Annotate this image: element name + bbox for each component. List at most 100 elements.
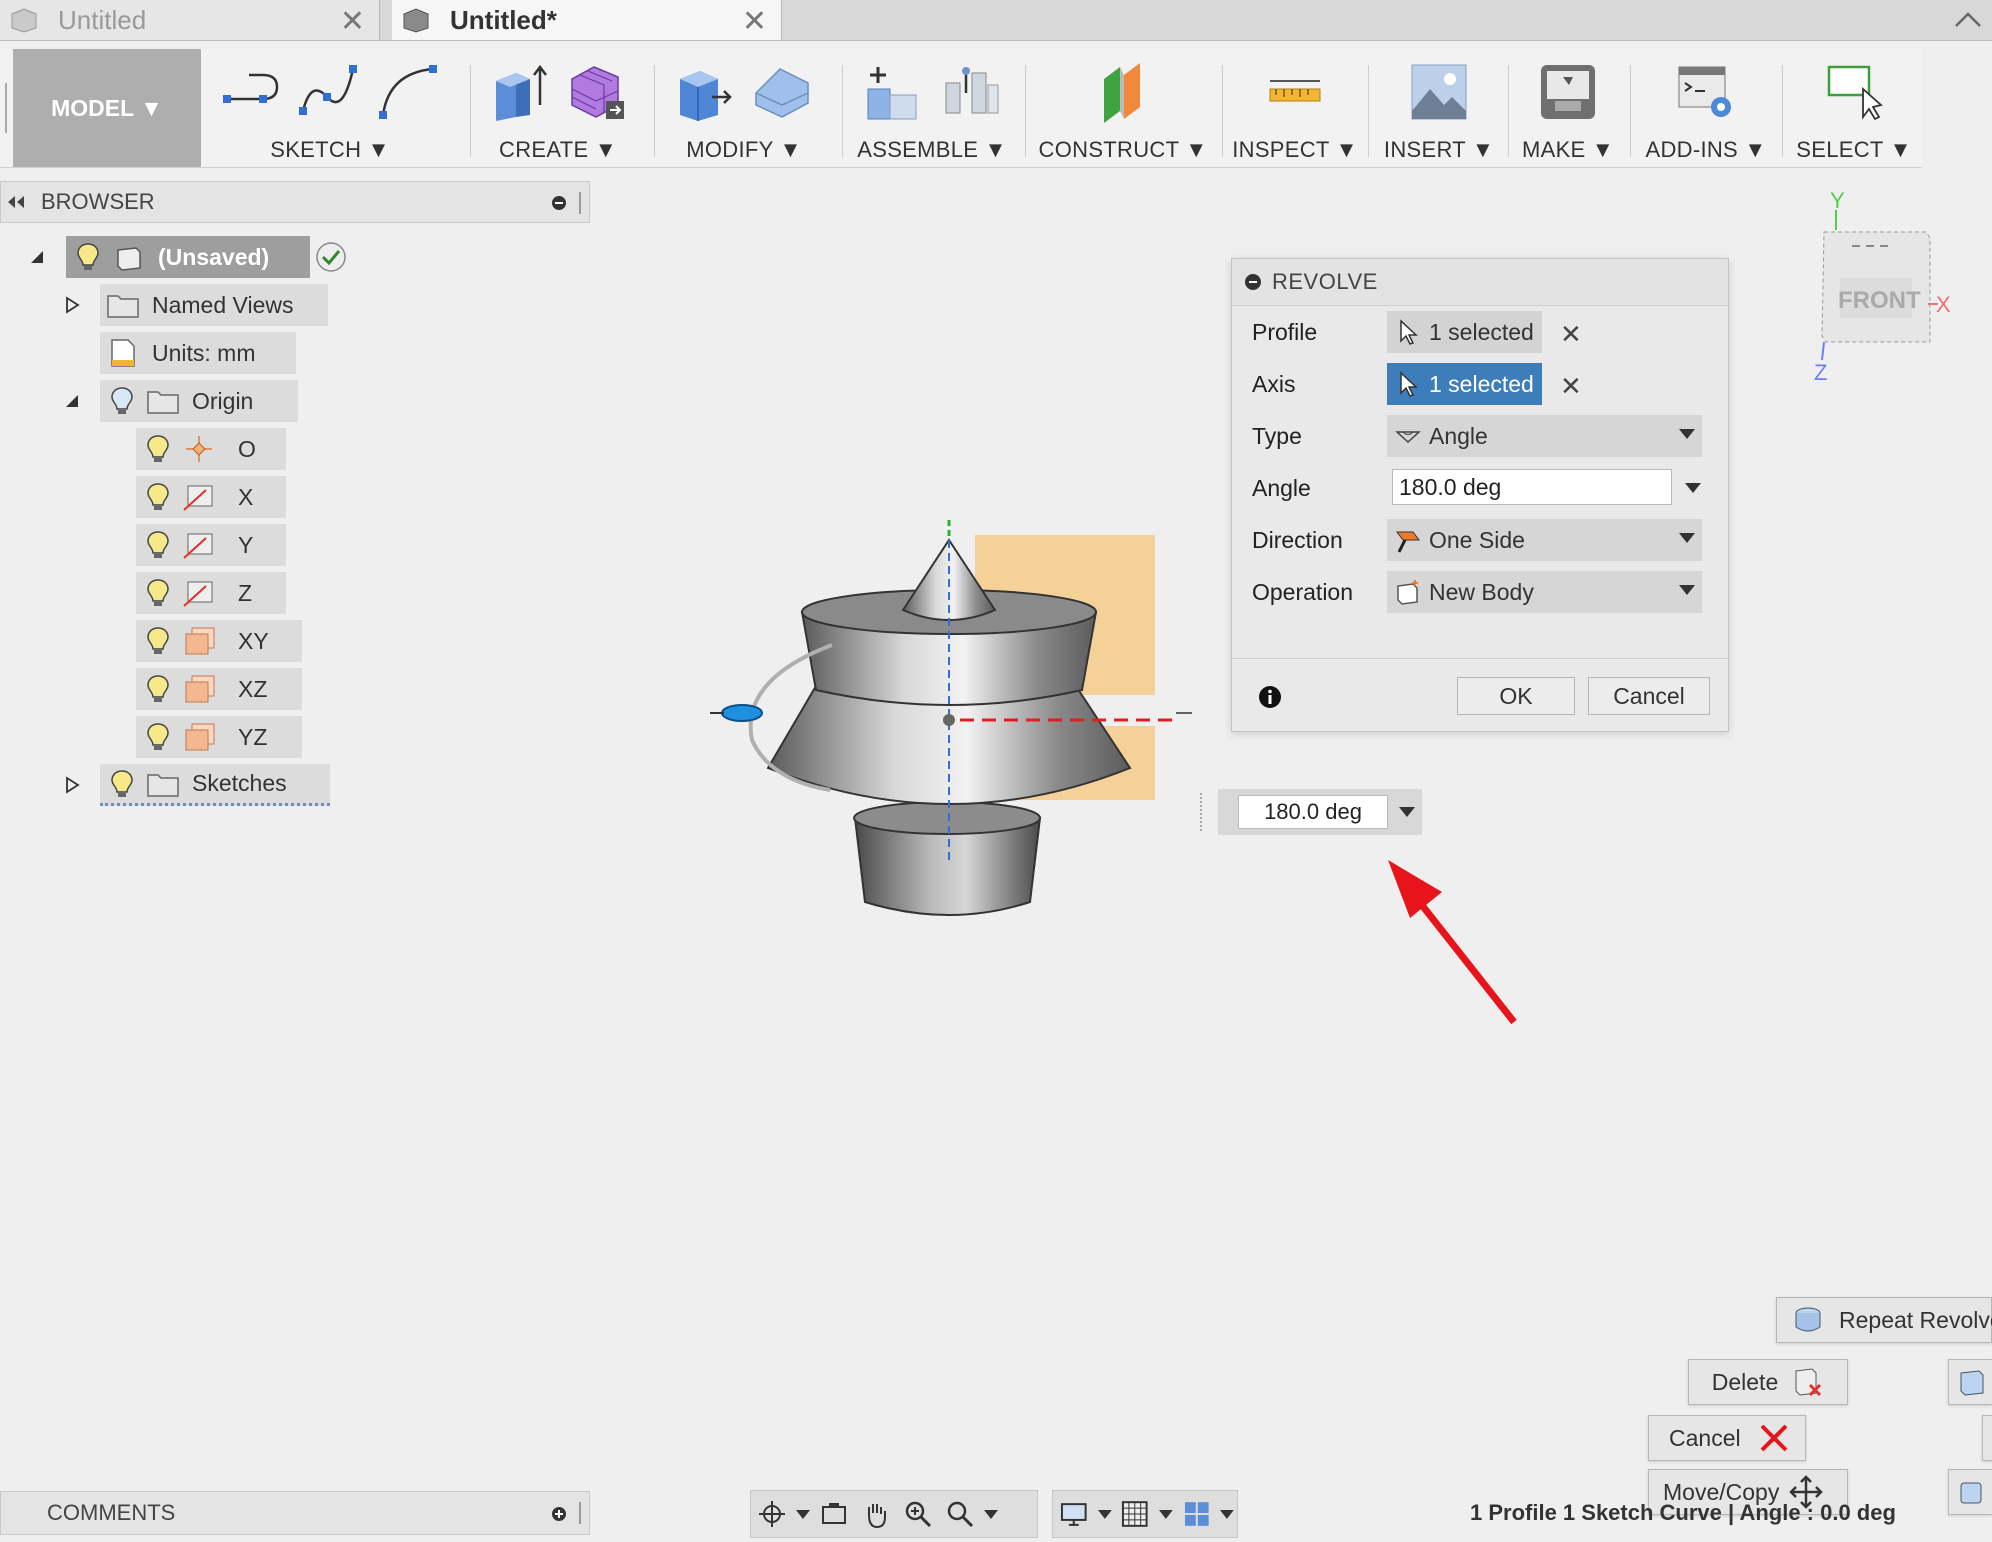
context-extra-button[interactable] [1948, 1359, 1992, 1405]
ok-button[interactable]: OK [1457, 677, 1575, 715]
axis-selector[interactable]: 1 selected [1387, 363, 1542, 405]
repeat-revolve-button[interactable]: Repeat Revolve [1776, 1297, 1992, 1343]
origin-item-label: X [238, 483, 254, 510]
lightbulb-icon[interactable] [144, 721, 172, 753]
expanded-triangle-icon[interactable] [62, 391, 82, 411]
add-ins-group[interactable]: ADD-INS ▼ [1638, 55, 1774, 165]
grid-icon[interactable] [1120, 1499, 1150, 1529]
close-icon[interactable]: ✕ [742, 4, 767, 39]
browser-item-y-axis[interactable]: Y [136, 524, 286, 566]
browser-item-origin-point[interactable]: O [136, 428, 286, 470]
drag-grip[interactable] [1200, 793, 1208, 831]
comments-panel[interactable]: COMMENTS [0, 1491, 590, 1535]
select-group[interactable]: SELECT ▼ [1790, 55, 1918, 165]
collapsed-triangle-icon[interactable] [62, 775, 82, 795]
profile-label: Profile [1252, 319, 1318, 345]
chevron-down-icon[interactable] [1097, 1499, 1113, 1529]
chevron-down-icon[interactable] [1684, 481, 1702, 495]
info-icon[interactable] [1258, 685, 1282, 709]
lightbulb-icon[interactable] [144, 481, 172, 513]
collapsed-triangle-icon[interactable] [62, 295, 82, 315]
cancel-context-button[interactable]: Cancel [1648, 1415, 1806, 1461]
modify-group[interactable]: MODIFY ▼ [662, 55, 826, 165]
toolbar-divider [1508, 65, 1509, 157]
type-dropdown[interactable]: Angle [1387, 415, 1702, 457]
browser-item-x-axis[interactable]: X [136, 476, 286, 518]
context-extra-button[interactable] [1948, 1469, 1992, 1515]
panel-grip[interactable] [579, 1502, 581, 1524]
panel-grip[interactable] [579, 192, 581, 214]
browser-item-sketches[interactable]: Sketches [100, 764, 330, 806]
browser-item-xz-plane[interactable]: XZ [136, 668, 302, 710]
profile-selector[interactable]: 1 selected [1387, 311, 1542, 353]
toolbar-divider [1025, 65, 1026, 157]
zoom-icon[interactable] [903, 1499, 933, 1529]
dialog-header[interactable]: REVOLVE [1232, 259, 1728, 306]
lightbulb-icon[interactable] [108, 385, 136, 417]
workspace-switcher-button[interactable]: MODEL ▼ [13, 49, 201, 167]
pan-hand-icon[interactable] [861, 1499, 891, 1529]
chevron-down-icon[interactable] [1398, 805, 1416, 819]
browser-item-z-axis[interactable]: Z [136, 572, 286, 614]
chevron-down-icon[interactable] [795, 1499, 811, 1529]
assemble-group[interactable]: ASSEMBLE ▼ [850, 55, 1014, 165]
lightbulb-icon[interactable] [108, 768, 136, 800]
orbit-icon[interactable] [757, 1499, 787, 1529]
browser-item-yz-plane[interactable]: YZ [136, 716, 302, 758]
construct-group[interactable]: CONSTRUCT ▼ [1033, 55, 1213, 165]
sketch-group[interactable]: SKETCH ▼ [210, 55, 450, 165]
angle-input[interactable]: 180.0 deg [1392, 469, 1672, 505]
form-icon [571, 66, 624, 119]
lightbulb-icon[interactable] [144, 433, 172, 465]
cancel-button[interactable]: Cancel [1588, 677, 1710, 715]
add-comment-icon[interactable] [551, 1506, 567, 1522]
expanded-triangle-icon[interactable] [27, 247, 47, 267]
lightbulb-icon[interactable] [74, 241, 102, 273]
canvas-angle-input-box: 180.0 deg [1200, 789, 1422, 835]
inspect-group[interactable]: INSPECT ▼ [1230, 55, 1360, 165]
make-group[interactable]: MAKE ▼ [1514, 55, 1622, 165]
browser-root-node[interactable]: (Unsaved) [66, 236, 310, 278]
chevron-down-icon[interactable] [1158, 1499, 1174, 1529]
browser-item-origin[interactable]: Origin [100, 380, 298, 422]
collapse-panel-icon[interactable] [5, 194, 27, 210]
close-icon[interactable]: ✕ [340, 4, 365, 39]
view-cube[interactable]: Y FRONT X Z [1800, 190, 1970, 390]
canvas-angle-input[interactable]: 180.0 deg [1238, 795, 1388, 829]
chevron-up-icon[interactable] [1950, 2, 1986, 38]
3d-viewport[interactable] [620, 440, 1260, 960]
angle-manipulator-handle[interactable] [721, 704, 763, 722]
delete-button[interactable]: Delete [1688, 1359, 1848, 1405]
direction-dropdown[interactable]: One Side [1387, 519, 1702, 561]
look-at-icon[interactable] [819, 1499, 849, 1529]
browser-item-xy-plane[interactable]: XY [136, 620, 302, 662]
lightbulb-icon[interactable] [144, 673, 172, 705]
chevron-down-icon[interactable] [1219, 1499, 1235, 1529]
zoom-window-icon[interactable] [945, 1499, 975, 1529]
insert-group[interactable]: INSERT ▼ [1376, 55, 1502, 165]
revolve-dialog: REVOLVE Profile 1 selected ✕ Axis 1 sele… [1231, 258, 1729, 732]
display-settings-icon[interactable] [1059, 1499, 1089, 1529]
chevron-down-icon [1679, 585, 1695, 595]
tab-untitled-active[interactable]: Untitled* ✕ [392, 0, 782, 40]
viewcube-z-label: Z [1814, 360, 1827, 385]
viewports-icon[interactable] [1182, 1499, 1212, 1529]
chevron-down-icon[interactable] [983, 1499, 999, 1529]
browser-item-units[interactable]: Units: mm [100, 332, 296, 374]
context-edge-button[interactable] [1982, 1415, 1992, 1461]
lightbulb-icon[interactable] [144, 625, 172, 657]
origin-item-label: Y [238, 531, 254, 558]
minimize-icon[interactable] [1244, 273, 1262, 291]
tab-label: Untitled [58, 4, 147, 35]
create-group[interactable]: CREATE ▼ [478, 55, 638, 165]
browser-item-named-views[interactable]: Named Views [100, 284, 328, 326]
clear-profile-icon[interactable]: ✕ [1560, 319, 1582, 350]
operation-dropdown[interactable]: New Body [1387, 571, 1702, 613]
clear-axis-icon[interactable]: ✕ [1560, 371, 1582, 402]
minimize-icon[interactable] [551, 195, 567, 211]
tab-untitled[interactable]: Untitled ✕ [0, 0, 380, 40]
lightbulb-icon[interactable] [144, 529, 172, 561]
angle-label: Angle [1252, 475, 1311, 501]
lightbulb-icon[interactable] [144, 577, 172, 609]
activate-check-icon[interactable] [314, 240, 348, 274]
